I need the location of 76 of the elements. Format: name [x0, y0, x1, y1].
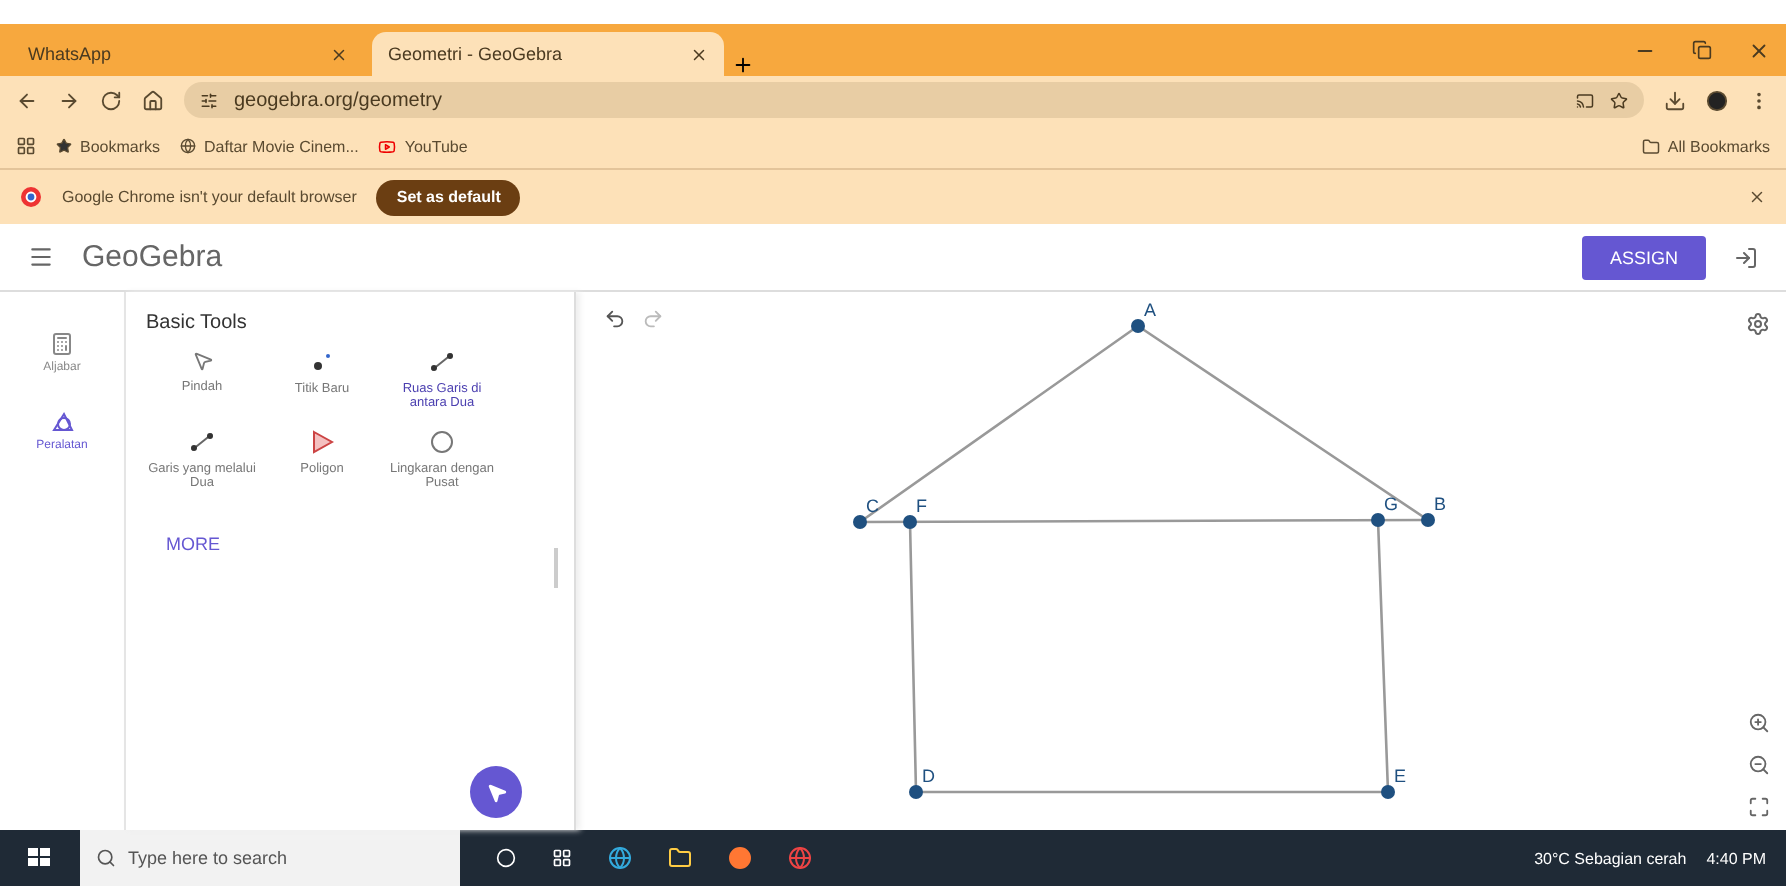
infobar-message: Google Chrome isn't your default browser	[62, 188, 357, 206]
widgets-icon[interactable]	[552, 848, 572, 868]
segment-icon	[428, 350, 456, 374]
star-icon	[56, 138, 72, 154]
app-logo: GeoGebra	[82, 240, 223, 274]
close-icon[interactable]	[1748, 188, 1766, 206]
forward-icon[interactable]	[58, 89, 80, 111]
point-label: D	[922, 766, 935, 786]
point-label: G	[1384, 494, 1399, 514]
new-tab-icon[interactable]	[732, 54, 754, 76]
browser-tab[interactable]: Geometri - GeoGebra	[372, 32, 724, 76]
folder-icon	[1641, 137, 1660, 155]
zoom-out-icon[interactable]	[1748, 754, 1770, 776]
circle-icon	[430, 430, 454, 454]
clock-text[interactable]: 4:40 PM	[1706, 849, 1766, 867]
calculator-icon	[50, 332, 74, 356]
close-icon[interactable]	[330, 45, 348, 63]
point-label: C	[866, 496, 879, 516]
download-icon[interactable]	[1664, 89, 1686, 111]
apps-icon[interactable]	[16, 136, 36, 156]
folder-icon[interactable]	[668, 846, 692, 870]
settings-icon[interactable]	[1746, 312, 1770, 336]
home-icon[interactable]	[142, 89, 164, 111]
point-dot[interactable]	[1371, 513, 1385, 527]
triangle-icon	[310, 430, 334, 454]
point-label: B	[1434, 494, 1447, 514]
video-icon	[378, 137, 397, 155]
globe-icon	[180, 138, 197, 154]
point-label: E	[1394, 766, 1407, 786]
point-label: F	[916, 496, 927, 516]
close-icon[interactable]	[690, 45, 708, 63]
pointer-button[interactable]	[470, 766, 522, 818]
back-icon[interactable]	[16, 89, 38, 111]
pointer-icon	[485, 781, 507, 803]
point-dot[interactable]	[903, 515, 917, 529]
browser-icon[interactable]	[608, 846, 632, 870]
geometry-icon	[49, 410, 75, 434]
point-dot[interactable]	[1131, 319, 1145, 333]
site-settings-icon[interactable]	[200, 91, 218, 109]
star-icon[interactable]	[1610, 91, 1628, 109]
reload-icon[interactable]	[100, 89, 122, 111]
point-dot[interactable]	[853, 515, 867, 529]
weather-text[interactable]: 30°C Sebagian cerah	[1534, 849, 1687, 867]
close-icon[interactable]	[1748, 39, 1770, 61]
assign-button[interactable]: ASSIGN	[1581, 235, 1706, 279]
browser-icon[interactable]	[788, 846, 812, 870]
scrollbar[interactable]	[554, 548, 558, 588]
more-button[interactable]: MORE	[166, 534, 220, 554]
restore-icon[interactable]	[1692, 39, 1712, 59]
chrome-logo-icon	[20, 186, 42, 208]
all-bookmarks-link[interactable]: All Bookmarks	[1641, 137, 1770, 155]
point-label: A	[1144, 300, 1157, 320]
point-dot[interactable]	[1381, 785, 1395, 799]
bookmark-link[interactable]: Daftar Movie Cinem...	[180, 137, 359, 155]
point-dot[interactable]	[1421, 513, 1435, 527]
app-icon[interactable]	[728, 846, 752, 870]
taskbar-search-field[interactable]: Type here to search	[80, 830, 460, 886]
undo-icon[interactable]	[604, 308, 626, 330]
fullscreen-icon[interactable]	[1748, 796, 1770, 818]
segment-icon	[188, 430, 216, 454]
point-icon	[310, 350, 334, 374]
point-dot[interactable]	[909, 785, 923, 799]
sign-in-icon[interactable]	[1734, 245, 1758, 269]
menu-icon[interactable]	[28, 244, 54, 270]
profile-icon[interactable]	[1706, 89, 1728, 111]
browser-tab[interactable]: WhatsApp	[12, 32, 364, 76]
bookmark-link[interactable]: Bookmarks	[56, 137, 161, 155]
pointer-icon	[191, 350, 213, 372]
bookmark-link[interactable]: YouTube	[378, 137, 468, 155]
search-icon	[96, 848, 116, 868]
task-view-icon[interactable]	[496, 848, 516, 868]
panel-heading: Basic Tools	[146, 312, 249, 334]
zoom-in-icon[interactable]	[1748, 712, 1770, 734]
address-bar[interactable]: geogebra.org/geometry	[184, 82, 1644, 118]
set-default-button[interactable]: Set as default	[376, 179, 521, 215]
cast-icon[interactable]	[1576, 91, 1594, 109]
